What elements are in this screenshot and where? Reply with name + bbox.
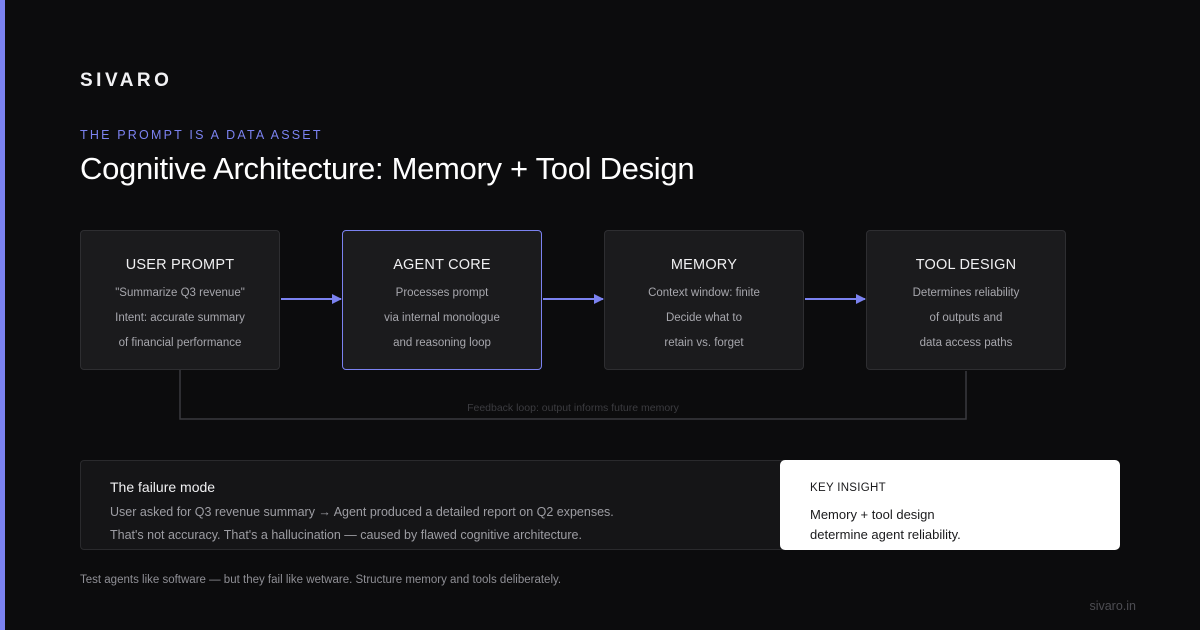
feedback-loop-label: Feedback loop: output informs future mem…: [467, 402, 679, 414]
footer-note: Test agents like software — but they fai…: [80, 574, 562, 586]
node-line: Decide what to: [665, 312, 743, 324]
brand-logo: SIVARO: [80, 70, 173, 91]
failure-line-2: That's not accuracy. That's a hallucinat…: [110, 528, 582, 542]
node-title: USER PROMPT: [125, 257, 235, 273]
node-user-prompt: USER PROMPT "Summarize Q3 revenue" Inten…: [80, 230, 280, 370]
node-title: TOOL DESIGN: [915, 257, 1017, 273]
node-line: Determines reliability: [912, 287, 1020, 299]
node-line: Processes prompt: [395, 287, 489, 299]
accent-bar: [0, 0, 5, 630]
node-line: of outputs and: [929, 312, 1003, 324]
node-memory: MEMORY Context window: finite Decide wha…: [604, 230, 804, 370]
page-title: Cognitive Architecture: Memory + Tool De…: [80, 151, 695, 186]
insight-line-1: Memory + tool design: [810, 507, 935, 522]
node-title: MEMORY: [670, 257, 738, 273]
failure-line-1: User asked for Q3 revenue summary → Agen…: [110, 505, 614, 519]
eyebrow: THE PROMPT IS A DATA ASSET: [80, 128, 323, 142]
node-tool-design: TOOL DESIGN Determines reliability of ou…: [866, 230, 1066, 370]
site-url: sivaro.in: [1089, 599, 1136, 613]
insight-label: KEY INSIGHT: [810, 482, 886, 494]
node-line: and reasoning loop: [393, 337, 491, 349]
node-line: retain vs. forget: [664, 337, 744, 349]
node-agent-core: AGENT CORE Processes prompt via internal…: [342, 230, 542, 370]
key-insight-card: KEY INSIGHT Memory + tool design determi…: [780, 460, 1120, 550]
failure-mode-card: The failure mode User asked for Q3 reven…: [80, 460, 790, 550]
node-line: via internal monologue: [384, 312, 500, 324]
insight-line-2: determine agent reliability.: [810, 527, 961, 542]
node-line: "Summarize Q3 revenue": [115, 287, 245, 299]
node-title: AGENT CORE: [393, 257, 491, 273]
node-line: Intent: accurate summary: [115, 312, 245, 324]
node-line: Context window: finite: [648, 287, 760, 299]
node-line: of financial performance: [118, 337, 242, 349]
node-line: data access paths: [919, 337, 1013, 349]
failure-title: The failure mode: [110, 479, 216, 495]
